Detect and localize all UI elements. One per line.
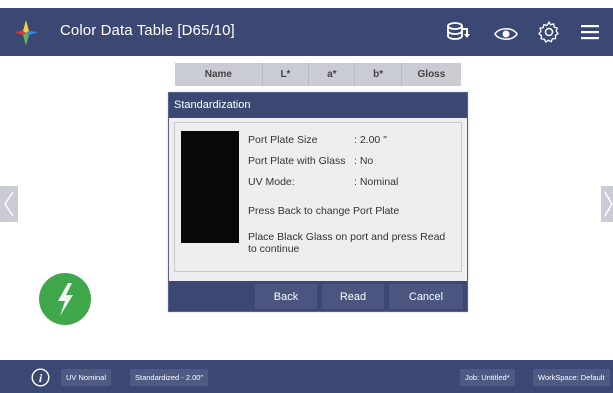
column-header-l[interactable]: L* bbox=[263, 63, 310, 86]
app-header: Color Data Table [D65/10] bbox=[0, 8, 613, 56]
back-instruction: Press Back to change Port Plate bbox=[248, 205, 400, 217]
workspace-status[interactable]: WorkSpace: Default bbox=[533, 369, 610, 386]
dialog-title: Standardization bbox=[169, 93, 467, 118]
measure-button[interactable] bbox=[39, 273, 91, 325]
uv-mode-label: UV Mode: bbox=[248, 176, 295, 188]
place-instruction: Place Black Glass on port and press Read… bbox=[248, 231, 446, 255]
main-content: Name L* a* b* Gloss Standardization Port… bbox=[0, 56, 613, 360]
port-plate-size-value: : 2.00 " bbox=[354, 134, 387, 146]
uv-mode-status[interactable]: UV Nominal bbox=[61, 369, 112, 386]
job-status[interactable]: Job: Untitled* bbox=[460, 369, 515, 386]
uv-mode-value: : Nominal bbox=[354, 176, 399, 188]
port-plate-glass-label: Port Plate with Glass bbox=[248, 155, 346, 167]
eye-icon[interactable] bbox=[494, 22, 518, 46]
dialog-footer: Back Read Cancel bbox=[169, 281, 467, 311]
standardized-status[interactable]: Standardized - 2.00" bbox=[130, 369, 209, 386]
menu-icon[interactable] bbox=[578, 20, 602, 44]
standardization-dialog: Standardization Port Plate Size : 2.00 "… bbox=[168, 92, 468, 312]
next-page-button[interactable] bbox=[601, 186, 613, 222]
black-glass-image bbox=[181, 131, 239, 243]
chevron-right-icon bbox=[604, 191, 613, 217]
column-header-b[interactable]: b* bbox=[355, 63, 402, 86]
previous-page-button[interactable] bbox=[0, 186, 18, 222]
database-sync-icon[interactable] bbox=[446, 20, 470, 44]
dialog-body: Port Plate Size : 2.00 " Port Plate with… bbox=[174, 122, 462, 272]
column-header-gloss[interactable]: Gloss bbox=[402, 63, 461, 86]
gear-icon[interactable] bbox=[537, 20, 561, 44]
app-window: Color Data Table [D65/10] Name L* a* b* … bbox=[0, 0, 613, 393]
info-icon[interactable]: i bbox=[31, 368, 50, 387]
read-button[interactable]: Read bbox=[322, 284, 384, 309]
app-logo-icon bbox=[12, 18, 40, 48]
column-header-name[interactable]: Name bbox=[175, 63, 263, 86]
cancel-button[interactable]: Cancel bbox=[389, 284, 463, 309]
lightning-bolt-icon bbox=[58, 283, 73, 316]
table-header: Name L* a* b* Gloss bbox=[175, 63, 461, 86]
svg-text:i: i bbox=[39, 371, 43, 385]
column-header-a[interactable]: a* bbox=[309, 63, 356, 86]
port-plate-glass-value: : No bbox=[354, 155, 374, 167]
back-button[interactable]: Back bbox=[255, 284, 317, 309]
status-bar: i UV Nominal Standardized - 2.00" Job: U… bbox=[0, 360, 613, 393]
chevron-left-icon bbox=[4, 191, 14, 217]
page-title: Color Data Table [D65/10] bbox=[60, 22, 235, 39]
port-plate-size-label: Port Plate Size bbox=[248, 134, 318, 146]
